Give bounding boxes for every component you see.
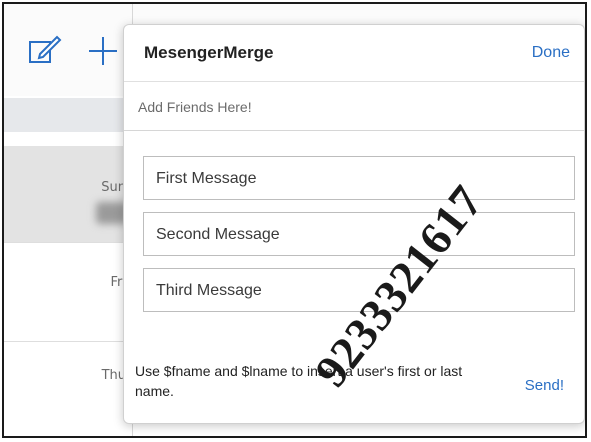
first-message-input[interactable] [154,167,568,191]
search-bar-background [4,98,132,132]
popover-title: MesengerMerge [144,43,274,62]
third-message-field[interactable] [143,268,575,312]
conversation-row[interactable]: Thu [4,342,132,436]
merge-hint-text: Use $fname and $lname to insert a user's… [135,363,463,399]
third-message-input[interactable] [154,279,568,303]
compose-icon[interactable] [28,34,62,66]
plus-icon[interactable] [86,34,120,68]
messenger-merge-popover: MesengerMerge Done Use $fname and $lname… [123,24,585,424]
second-message-field[interactable] [143,212,575,256]
first-message-field[interactable] [143,156,575,200]
conversation-row[interactable]: Sun [4,146,132,243]
second-message-input[interactable] [154,223,568,247]
add-friends-input[interactable] [136,94,560,120]
send-button[interactable]: Send! [525,377,564,394]
conversation-row[interactable]: Fri [4,243,132,342]
done-button[interactable]: Done [532,44,570,62]
popover-header: MesengerMerge Done [124,25,584,82]
add-friends-row [124,82,584,131]
app-window: Sun Fri Thu MesengerMerge Done Use $fnam… [2,2,587,438]
